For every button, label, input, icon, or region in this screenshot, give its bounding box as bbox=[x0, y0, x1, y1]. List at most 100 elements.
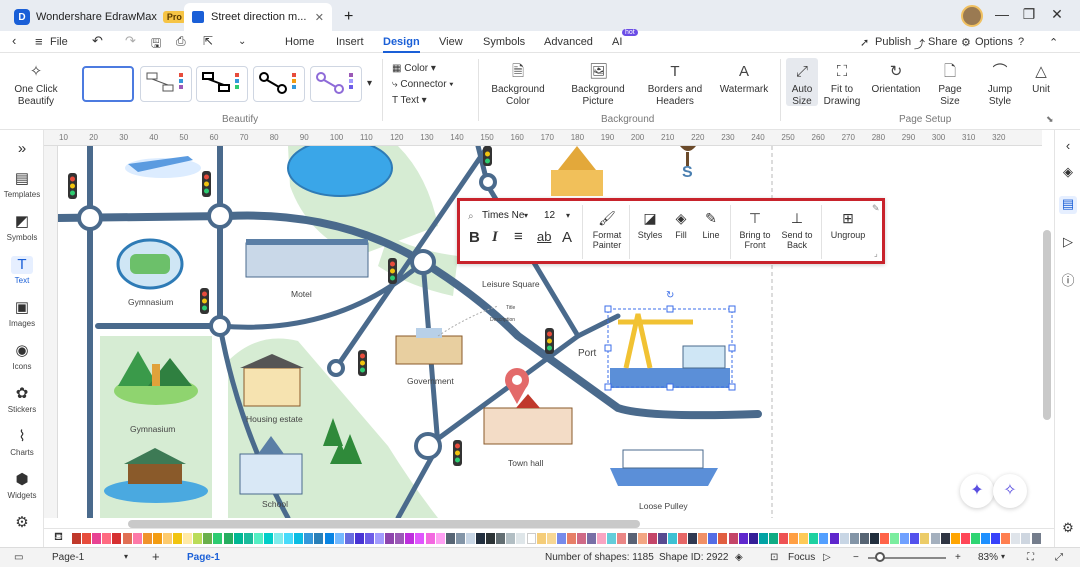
beautify-style-1[interactable] bbox=[82, 66, 134, 102]
color-swatch[interactable] bbox=[991, 533, 1001, 544]
color-swatch[interactable] bbox=[102, 533, 112, 544]
print-icon[interactable]: ⎙ bbox=[176, 34, 186, 49]
color-swatch[interactable] bbox=[334, 533, 344, 544]
avatar[interactable] bbox=[961, 5, 983, 27]
undo-icon[interactable]: ↶ bbox=[92, 33, 103, 49]
color-swatch[interactable] bbox=[526, 533, 536, 544]
save-icon[interactable]: 🖫 bbox=[151, 34, 161, 55]
color-swatch[interactable] bbox=[970, 533, 980, 544]
color-swatch[interactable] bbox=[304, 533, 314, 544]
focus-icon[interactable]: ⊡ bbox=[770, 552, 778, 563]
zoom-dropdown-arrow-icon[interactable]: ▾ bbox=[1001, 552, 1005, 561]
menu-home[interactable]: Home bbox=[285, 36, 314, 48]
color-swatch[interactable] bbox=[981, 533, 990, 544]
color-swatch[interactable] bbox=[930, 533, 940, 544]
color-swatch[interactable] bbox=[1011, 533, 1021, 544]
color-swatch[interactable] bbox=[738, 533, 748, 544]
page-setup-expand-icon[interactable]: ⬊ bbox=[1046, 114, 1054, 125]
color-swatch[interactable] bbox=[152, 533, 162, 544]
menu-insert[interactable]: Insert bbox=[336, 36, 364, 48]
fill-button[interactable]: ◈ Fill bbox=[668, 209, 694, 240]
expand-sidebar-button[interactable]: » bbox=[0, 140, 44, 160]
beautify-style-3[interactable] bbox=[196, 66, 248, 102]
color-swatch[interactable] bbox=[587, 533, 597, 544]
color-swatch[interactable] bbox=[829, 533, 839, 544]
color-swatch[interactable] bbox=[667, 533, 677, 544]
presentation-icon[interactable]: ▷ bbox=[1059, 234, 1077, 252]
color-swatch[interactable] bbox=[880, 533, 889, 544]
page-dropdown-arrow-icon[interactable]: ▾ bbox=[124, 552, 128, 561]
resize-grip-icon[interactable]: ⌟ bbox=[874, 249, 878, 258]
underline-text-icon[interactable]: ab bbox=[537, 229, 551, 244]
color-swatch[interactable] bbox=[122, 533, 132, 544]
sidebar-item-text[interactable]: T Text bbox=[0, 256, 44, 285]
background-color-button[interactable]: 🗎 Background Color bbox=[486, 63, 550, 108]
collapse-panel-icon[interactable]: ‹ bbox=[1059, 138, 1077, 156]
color-swatch[interactable] bbox=[506, 533, 516, 544]
color-swatch[interactable] bbox=[890, 533, 900, 544]
color-swatch[interactable] bbox=[546, 533, 556, 544]
color-swatch[interactable] bbox=[405, 533, 415, 544]
color-swatch[interactable] bbox=[556, 533, 566, 544]
share-button[interactable]: Share bbox=[928, 36, 957, 48]
menu-ai[interactable]: AI bbox=[612, 36, 622, 48]
italic-icon[interactable]: I bbox=[492, 229, 498, 246]
color-swatch[interactable] bbox=[758, 533, 768, 544]
color-swatch[interactable] bbox=[294, 533, 304, 544]
rotate-handle-icon[interactable]: ↻ bbox=[666, 290, 674, 301]
color-swatch[interactable] bbox=[698, 533, 708, 544]
play-icon[interactable]: ▷ bbox=[823, 552, 831, 563]
fullscreen-icon[interactable]: ⤢ bbox=[1055, 552, 1063, 563]
orientation-button[interactable]: ↻ Orientation bbox=[868, 63, 924, 96]
fill-style-icon[interactable]: ◈ bbox=[1059, 164, 1077, 182]
beautify-style-2[interactable] bbox=[140, 66, 192, 102]
color-swatch[interactable] bbox=[162, 533, 172, 544]
close-tab-icon[interactable]: ✕ bbox=[315, 11, 324, 24]
label-housing-estate[interactable]: Housing estate bbox=[246, 414, 303, 424]
new-tab-button[interactable]: + bbox=[336, 3, 361, 31]
close-icon[interactable]: ✕ bbox=[1048, 6, 1066, 24]
color-swatch[interactable] bbox=[617, 533, 627, 544]
connector-dropdown[interactable]: ⤷ Connector ▾ bbox=[392, 79, 454, 91]
styles-button[interactable]: ◪ Styles bbox=[634, 209, 666, 240]
sidebar-item-images[interactable]: ▣ Images bbox=[0, 299, 44, 328]
label-gymnasium-top[interactable]: Gymnasium bbox=[128, 297, 173, 307]
more-icon[interactable]: ⌄ bbox=[238, 36, 246, 47]
color-swatch[interactable] bbox=[465, 533, 475, 544]
file-menu[interactable]: File bbox=[50, 36, 68, 48]
menu-design[interactable]: Design bbox=[383, 36, 420, 53]
menu-view[interactable]: View bbox=[439, 36, 463, 48]
fill-bucket-icon[interactable]: ⛾ bbox=[54, 531, 63, 545]
app-tab[interactable]: D Wondershare EdrawMax Pro bbox=[6, 3, 194, 31]
color-swatch[interactable] bbox=[263, 533, 273, 544]
sidebar-item-templates[interactable]: ▤ Templates bbox=[0, 170, 44, 199]
label-school[interactable]: School bbox=[262, 499, 288, 509]
color-swatch[interactable] bbox=[839, 533, 849, 544]
menu-symbols[interactable]: Symbols bbox=[483, 36, 525, 48]
page-select[interactable]: Page-1 bbox=[52, 552, 84, 563]
color-swatch[interactable] bbox=[637, 533, 647, 544]
color-swatch[interactable] bbox=[960, 533, 970, 544]
bring-to-front-button[interactable]: ⊤ Bring to Front bbox=[735, 209, 775, 250]
color-swatch[interactable] bbox=[274, 533, 283, 544]
color-swatch[interactable] bbox=[284, 533, 294, 544]
color-swatch[interactable] bbox=[385, 533, 395, 544]
settings-sliders-icon[interactable]: ⚙ bbox=[1059, 520, 1077, 538]
color-swatch[interactable] bbox=[395, 533, 405, 544]
size-dropdown-arrow-icon[interactable]: ▾ bbox=[566, 211, 570, 220]
color-swatch[interactable] bbox=[253, 533, 263, 544]
label-description-small[interactable]: Description bbox=[490, 317, 515, 323]
zoom-in-icon[interactable]: + bbox=[955, 552, 961, 563]
horizontal-scrollbar[interactable] bbox=[128, 520, 640, 528]
color-swatch[interactable] bbox=[354, 533, 364, 544]
zoom-slider-thumb[interactable] bbox=[875, 552, 885, 562]
color-swatch[interactable] bbox=[748, 533, 758, 544]
minimize-icon[interactable]: — bbox=[993, 6, 1011, 24]
color-swatch[interactable] bbox=[243, 533, 253, 544]
zoom-out-icon[interactable]: − bbox=[853, 552, 859, 563]
color-swatch[interactable] bbox=[819, 533, 829, 544]
gear-icon[interactable]: ⚙ bbox=[961, 36, 971, 49]
color-swatch[interactable] bbox=[536, 533, 546, 544]
sidebar-item-symbols[interactable]: ◩ Symbols bbox=[0, 213, 44, 242]
color-swatch[interactable] bbox=[415, 533, 425, 544]
